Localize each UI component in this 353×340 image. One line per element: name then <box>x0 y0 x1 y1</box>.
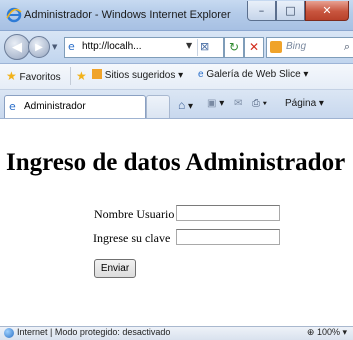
minimize-icon: – <box>258 4 265 17</box>
internet-explorer-icon <box>6 7 22 23</box>
back-button[interactable]: ◀ <box>4 34 30 60</box>
search-box[interactable]: Bing ⌕ <box>266 37 353 58</box>
compatibility-view-icon[interactable]: ⊠ <box>200 40 209 53</box>
favorites-bar: ★ Favoritos ★ Sitios sugeridos ▾ e Galer… <box>0 64 353 90</box>
search-provider-label: Bing <box>286 41 307 52</box>
navigation-bar: ◀ ▶ ▼ e http://localh... ▼ ⊠ ↻ ✕ Bing ⌕ <box>0 31 353 64</box>
close-icon: ✕ <box>322 4 332 17</box>
zoom-level: 100% <box>316 327 340 337</box>
recent-pages-dropdown-icon[interactable]: ▼ <box>52 43 57 51</box>
page-icon: e <box>68 40 75 53</box>
password-label: Ingrese su clave <box>93 231 171 245</box>
page-content: Ingreso de datos Administrador Nombre Us… <box>0 119 353 326</box>
feeds-button[interactable]: ▣ ▾ <box>207 98 224 109</box>
stop-icon: ✕ <box>248 40 260 54</box>
home-button[interactable]: ⌂ ▾ <box>178 98 193 112</box>
zoom-icon: ⊕ <box>306 327 315 337</box>
address-bar[interactable]: e http://localh... ▼ ⊠ <box>64 37 224 58</box>
window-title: Administrador - Windows Internet Explore… <box>24 9 231 21</box>
address-dropdown-icon[interactable]: ▼ <box>186 41 192 50</box>
web-slice-label: Galería de Web Slice ▾ <box>206 69 309 80</box>
password-input[interactable] <box>176 229 280 245</box>
username-label: Nombre Usuario <box>94 207 175 221</box>
printer-icon: ⎙ <box>252 98 260 109</box>
page-menu-label: Página ▾ <box>285 98 324 109</box>
username-input[interactable] <box>176 205 280 221</box>
divider <box>197 39 198 56</box>
add-to-favorites-icon: ★ <box>76 69 87 83</box>
suggested-sites-button[interactable]: Sitios sugeridos ▾ <box>92 69 183 81</box>
rss-feed-icon: ▣ <box>207 98 217 109</box>
tab-administrador[interactable]: e Administrador <box>4 95 146 118</box>
address-url: http://localh... <box>82 41 142 52</box>
maximize-button[interactable]: □ <box>276 1 305 21</box>
forward-button[interactable]: ▶ <box>28 36 50 58</box>
page-title: Ingreso de datos Administrador <box>6 149 346 176</box>
bing-icon <box>270 41 282 53</box>
stop-button[interactable]: ✕ <box>244 37 264 58</box>
home-icon: ⌂ <box>178 98 186 112</box>
page-icon: e <box>198 69 204 80</box>
add-favorite-button[interactable]: ★ <box>76 69 87 83</box>
page-icon: e <box>9 100 16 113</box>
read-mail-button[interactable]: ✉ <box>234 98 242 109</box>
page-menu-button[interactable]: Página ▾ <box>285 98 324 109</box>
title-bar: Administrador - Windows Internet Explore… <box>0 0 353 31</box>
status-bar: Internet | Modo protegido: desactivado ⊕… <box>0 326 353 340</box>
close-button[interactable]: ✕ <box>305 1 349 21</box>
print-button[interactable]: ⎙ ▾ <box>252 98 267 109</box>
refresh-icon: ↻ <box>228 40 240 54</box>
divider <box>70 67 71 85</box>
favorites-star-icon: ★ <box>6 69 17 83</box>
new-tab-button[interactable] <box>146 95 170 118</box>
back-arrow-icon: ◀ <box>12 39 22 55</box>
minimize-button[interactable]: – <box>247 1 276 21</box>
status-text: Internet | Modo protegido: desactivado <box>17 327 171 337</box>
refresh-button[interactable]: ↻ <box>224 37 244 58</box>
tab-label: Administrador <box>24 101 86 112</box>
internet-zone-icon <box>4 328 14 338</box>
web-slice-gallery-button[interactable]: e Galería de Web Slice ▾ <box>198 69 308 80</box>
maximize-icon: □ <box>285 4 296 17</box>
suggested-sites-label: Sitios sugeridos ▾ <box>104 70 184 81</box>
window-controls: – □ ✕ <box>247 1 349 21</box>
search-icon[interactable]: ⌕ <box>344 40 350 54</box>
mail-icon: ✉ <box>234 98 243 109</box>
suggested-sites-icon <box>92 69 102 79</box>
tab-bar: e Administrador ⌂ ▾ ▣ ▾ ✉ ⎙ ▾ Página ▾ <box>0 90 353 119</box>
forward-arrow-icon: ▶ <box>35 41 43 53</box>
favorites-label: Favoritos <box>19 72 61 83</box>
zoom-control[interactable]: ⊕ 100% ▾ <box>307 327 347 338</box>
favorites-button[interactable]: ★ Favoritos <box>6 69 61 83</box>
submit-button[interactable]: Enviar <box>94 259 136 278</box>
